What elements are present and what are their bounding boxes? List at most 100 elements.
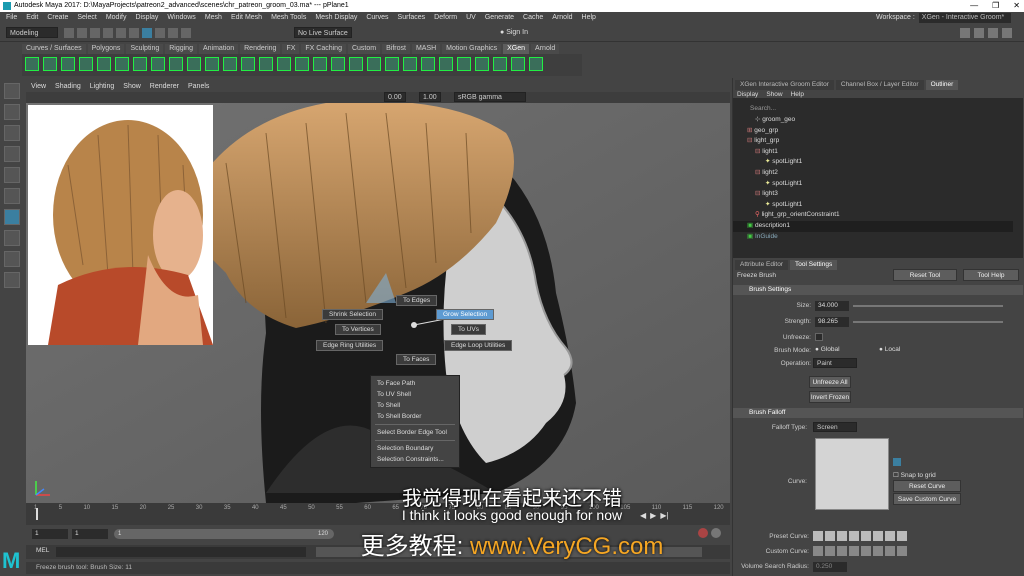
- twist-icon[interactable]: [493, 57, 507, 71]
- menu-item-to-shell[interactable]: To Shell: [371, 400, 459, 411]
- paint-select-tool-icon[interactable]: [4, 125, 20, 141]
- size-slider[interactable]: [853, 305, 1003, 307]
- mask-icon[interactable]: [511, 57, 525, 71]
- sphere-icon[interactable]: [79, 57, 93, 71]
- menu-surfaces[interactable]: Surfaces: [398, 12, 426, 24]
- shelf-tab-fx-caching[interactable]: FX Caching: [301, 44, 346, 54]
- outliner-row[interactable]: ⊟ light3: [733, 189, 1013, 200]
- curl-icon[interactable]: [295, 57, 309, 71]
- menu-arnold[interactable]: Arnold: [552, 12, 572, 24]
- rotate-tool-icon[interactable]: [4, 167, 20, 183]
- panel-toggles[interactable]: [960, 28, 1020, 38]
- outliner-menu-show[interactable]: Show: [766, 91, 782, 98]
- curve-preset-icon[interactable]: [893, 458, 901, 466]
- grab-icon[interactable]: [277, 57, 291, 71]
- density-icon[interactable]: [169, 57, 183, 71]
- menu-edit[interactable]: Edit: [26, 12, 38, 24]
- width-icon[interactable]: [385, 57, 399, 71]
- mode-local-radio[interactable]: ● Local: [879, 346, 900, 353]
- placement-icon[interactable]: [349, 57, 363, 71]
- menu-mesh-tools[interactable]: Mesh Tools: [271, 12, 306, 24]
- vp-menu-shading[interactable]: Shading: [55, 82, 81, 92]
- shelf-tab-curves[interactable]: Curves / Surfaces: [22, 44, 86, 54]
- menu-curves[interactable]: Curves: [366, 12, 388, 24]
- hotbox-edge-ring-utilities[interactable]: Edge Ring Utilities: [316, 340, 384, 351]
- comb-icon[interactable]: [133, 57, 147, 71]
- reset-tool-button[interactable]: Reset Tool: [893, 269, 957, 281]
- outliner-menu-help[interactable]: Help: [791, 91, 804, 98]
- sculpt-icon[interactable]: [421, 57, 435, 71]
- outliner-row[interactable]: ✦ spotLight1: [733, 179, 1013, 190]
- vp-menu-lighting[interactable]: Lighting: [90, 82, 115, 92]
- shelf-tab-arnold[interactable]: Arnold: [531, 44, 560, 54]
- menu-file[interactable]: File: [6, 12, 17, 24]
- colorspace-dropdown[interactable]: sRGB gamma: [454, 92, 526, 102]
- falloff-type-dropdown[interactable]: Screen: [813, 422, 857, 432]
- menu-item-to-shell-border[interactable]: To Shell Border: [371, 411, 459, 422]
- shelf-tab-mash[interactable]: MASH: [411, 44, 441, 54]
- scale-tool-icon[interactable]: [4, 188, 20, 204]
- unfreeze-checkbox[interactable]: [815, 333, 823, 341]
- part-icon[interactable]: [367, 57, 381, 71]
- menu-edit-mesh[interactable]: Edit Mesh: [231, 12, 262, 24]
- clump-icon[interactable]: [223, 57, 237, 71]
- outliner-row[interactable]: ⊞ geo_grp: [733, 126, 1013, 137]
- hotbox-shrink-selection[interactable]: Shrink Selection: [322, 309, 383, 320]
- workspace-dropdown[interactable]: XGen - Interactive Groom*: [918, 13, 1011, 23]
- menu-generate[interactable]: Generate: [485, 12, 514, 24]
- brush-icon[interactable]: [115, 57, 129, 71]
- menu-deform[interactable]: Deform: [434, 12, 457, 24]
- menu-help[interactable]: Help: [582, 12, 596, 24]
- menu-display[interactable]: Display: [135, 12, 158, 24]
- smooth-icon[interactable]: [241, 57, 255, 71]
- size-field[interactable]: 34.000: [815, 301, 849, 311]
- menu-item-select-border-edge-tool[interactable]: Select Border Edge Tool: [371, 427, 459, 438]
- lasso-tool-icon[interactable]: [4, 104, 20, 120]
- ruler-icon[interactable]: [403, 57, 417, 71]
- freeze-icon[interactable]: [259, 57, 273, 71]
- vp-menu-view[interactable]: View: [31, 82, 46, 92]
- shelf-tab-animation[interactable]: Animation: [198, 44, 239, 54]
- menu-mesh-display[interactable]: Mesh Display: [315, 12, 357, 24]
- outliner-row[interactable]: ⊟ light1: [733, 147, 1013, 158]
- tab-tool-settings[interactable]: Tool Settings: [790, 260, 838, 270]
- volume-search-field[interactable]: 0.250: [813, 562, 847, 572]
- snap-to-grid-checkbox[interactable]: ☐ Snap to grid: [893, 471, 936, 479]
- attract-icon[interactable]: [457, 57, 471, 71]
- outliner-row[interactable]: ⊟ light2: [733, 168, 1013, 179]
- menu-modify[interactable]: Modify: [106, 12, 127, 24]
- close-button[interactable]: ✕: [1013, 0, 1020, 12]
- vp-menu-panels[interactable]: Panels: [188, 82, 209, 92]
- hotbox-edge-loop-utilities[interactable]: Edge Loop Utilities: [444, 340, 513, 351]
- shelf-tab-sculpting[interactable]: Sculpting: [126, 44, 164, 54]
- shelf-tab-polygons[interactable]: Polygons: [87, 44, 125, 54]
- single-perspective-layout-icon[interactable]: [4, 230, 20, 246]
- shelf-tab-rendering[interactable]: Rendering: [240, 44, 281, 54]
- menu-item-to-uv-shell[interactable]: To UV Shell: [371, 389, 459, 400]
- unfreeze-all-button[interactable]: Unfreeze All: [809, 376, 851, 388]
- shelf-tab-xgen[interactable]: XGen: [503, 44, 530, 54]
- groom-icon[interactable]: [97, 57, 111, 71]
- menu-cache[interactable]: Cache: [523, 12, 543, 24]
- hotbox-grow-selection[interactable]: Grow Selection: [436, 309, 495, 320]
- freeze-brush-tool-icon[interactable]: [4, 209, 20, 225]
- outliner-row[interactable]: ⊟ light_grp: [733, 136, 1013, 147]
- menu-create[interactable]: Create: [47, 12, 68, 24]
- gamma-field[interactable]: 1.00: [419, 92, 441, 102]
- plane-icon[interactable]: [61, 57, 75, 71]
- noise-icon[interactable]: [205, 57, 219, 71]
- menu-item-selection-constraints[interactable]: Selection Constraints...: [371, 454, 459, 465]
- tab-channel-box[interactable]: Channel Box / Layer Editor: [835, 80, 924, 90]
- menu-windows[interactable]: Windows: [167, 12, 195, 24]
- maximize-button[interactable]: ❐: [992, 0, 999, 12]
- hotbox-to-faces[interactable]: To Faces: [396, 354, 437, 365]
- invert-frozen-button[interactable]: Invert Frozen: [809, 391, 851, 403]
- menu-item-selection-boundary[interactable]: Selection Boundary: [371, 443, 459, 454]
- brush-settings-header[interactable]: Brush Settings: [733, 285, 1023, 295]
- move-tool-icon[interactable]: [4, 146, 20, 162]
- grid-icon[interactable]: [43, 57, 57, 71]
- outliner-search[interactable]: Search...: [747, 104, 1017, 114]
- tab-outliner[interactable]: Outliner: [925, 80, 959, 90]
- viewport-3d[interactable]: To Edges Shrink Selection Grow Selection…: [26, 103, 730, 503]
- strength-slider[interactable]: [853, 321, 1003, 323]
